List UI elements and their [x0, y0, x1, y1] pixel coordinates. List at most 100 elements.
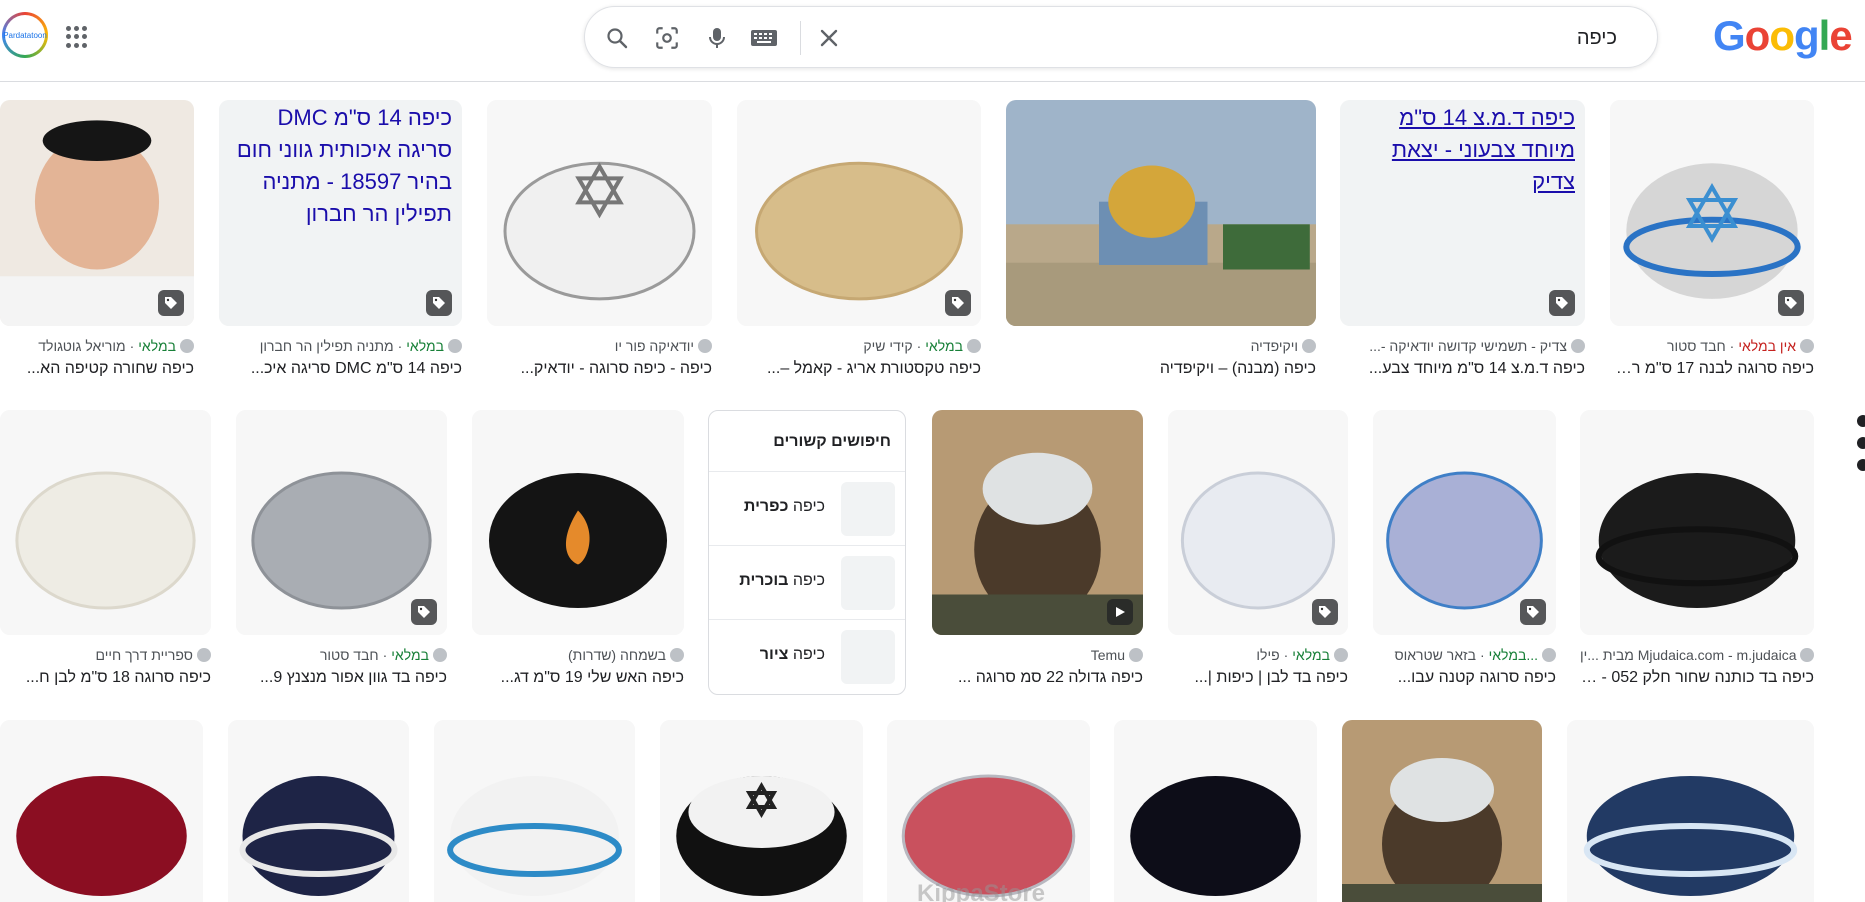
- result-title[interactable]: כיפה (מבנה) – ויקיפדיה: [1160, 360, 1316, 378]
- image-result-card[interactable]: במלאי · חבד סטור כיפה בד גוון אפור מנצנץ 9.…: [236, 410, 447, 715]
- result-title[interactable]: כיפה האש שלי 19 ס"מ דג...: [501, 669, 684, 687]
- result-title[interactable]: כיפה שחורה קטיפה הא...: [27, 360, 194, 378]
- result-thumbnail[interactable]: [1342, 720, 1542, 902]
- result-title[interactable]: כיפה טקסטורת אריג - קאמל –...: [767, 360, 981, 378]
- image-result-card[interactable]: במלאי · קידי שיק כיפה טקסטורת אריג - קאמל –…: [737, 100, 981, 406]
- site-name: Temu: [1090, 647, 1125, 663]
- result-thumbnail[interactable]: [472, 410, 684, 635]
- image-result-card[interactable]: אין במלאי · חבד סטור כיפה סרוגה לבנה 17 ס"מ…: [1610, 100, 1814, 406]
- result-source[interactable]: במלאי · חבד סטור: [320, 647, 447, 663]
- image-result-card[interactable]: כיפה ד.מ.צ 14 ס"מ מיוחד צבעוני - יצאת צד…: [1340, 100, 1585, 406]
- keyboard-icon[interactable]: [749, 24, 779, 52]
- related-item[interactable]: כיפה ציור: [709, 619, 905, 693]
- result-title[interactable]: כיפה סרוגה לבנה 17 ס"מ רקמ...: [1610, 360, 1814, 378]
- result-thumbnail[interactable]: כיפה ד.מ.צ 14 ס"מ מיוחד צבעוני - יצאת צד…: [1340, 100, 1585, 326]
- google-logo[interactable]: Google: [1713, 12, 1853, 60]
- result-source[interactable]: במלאי · מתניה תפילין הר חברון: [260, 338, 462, 354]
- result-thumbnail[interactable]: [0, 410, 211, 635]
- result-source[interactable]: Mjudaica.com - m.judaica מבית ...ין: [1580, 647, 1814, 663]
- result-source[interactable]: Temu: [1091, 647, 1143, 663]
- image-result-card[interactable]: [1342, 720, 1542, 902]
- result-thumbnail[interactable]: [932, 410, 1143, 635]
- image-result-card[interactable]: יודאיקה פור יו כיפה - כיפה סרוגה - יודאיק…: [487, 100, 712, 406]
- result-source[interactable]: צדיק - תשמישי קדושה יודאיקה -...: [1369, 338, 1585, 354]
- result-title[interactable]: כיפה - כיפה סרוגה - יודאיק...: [521, 360, 712, 378]
- stock-status: אין במלאי: [1738, 338, 1796, 354]
- result-thumbnail[interactable]: [1006, 100, 1316, 326]
- result-thumbnail[interactable]: כיפה 14 ס"מ DMC סריגה איכותית גווני חום …: [219, 100, 462, 326]
- lens-icon[interactable]: [653, 24, 681, 52]
- search-box[interactable]: כיפה: [584, 6, 1658, 68]
- result-title[interactable]: כיפה בד כותנה שחור חלק 052 - כי...: [1580, 669, 1814, 687]
- result-thumbnail[interactable]: [0, 100, 194, 326]
- image-result-card[interactable]: בשמחה (שדרות) כיפה האש שלי 19 ס"מ דג...: [472, 410, 684, 715]
- result-title[interactable]: כיפה ד.מ.צ 14 ס"מ מיוחד צבע...: [1369, 360, 1585, 378]
- image-result-card[interactable]: [660, 720, 863, 902]
- clear-icon[interactable]: [815, 24, 843, 52]
- related-item[interactable]: כיפה כפרית: [709, 471, 905, 545]
- result-title[interactable]: כיפה בד לבן | כיפות |...: [1194, 669, 1348, 687]
- image-result-card[interactable]: KippaStore: [887, 720, 1090, 902]
- image-result-card[interactable]: במלאי · מוריאל גוטגולד כיפה שחורה קטיפה הא.…: [0, 100, 194, 406]
- mic-icon[interactable]: [703, 24, 731, 52]
- result-thumbnail[interactable]: [1567, 720, 1814, 902]
- result-thumbnail[interactable]: [737, 100, 981, 326]
- image-result-card[interactable]: [1567, 720, 1814, 902]
- site-favicon-icon: [1129, 648, 1143, 662]
- search-query[interactable]: כיפה: [1577, 27, 1617, 50]
- site-favicon-icon: [1800, 648, 1814, 662]
- result-thumbnail[interactable]: [0, 720, 203, 902]
- image-result-card[interactable]: ...במלאי · בזאר שטראוס כיפה סרוגה קטנה עבו.…: [1373, 410, 1556, 715]
- logo-letter: G: [1713, 12, 1746, 59]
- result-source[interactable]: יודאיקה פור יו: [615, 338, 712, 354]
- result-source[interactable]: בשמחה (שדרות): [568, 647, 684, 663]
- site-name: בזאר שטראוס: [1394, 647, 1476, 663]
- account-avatar[interactable]: Pardatatoon: [2, 12, 48, 58]
- image-result-card[interactable]: Mjudaica.com - m.judaica מבית ...ין כיפה …: [1580, 410, 1814, 715]
- result-title[interactable]: כיפה סרוגה 18 ס"מ לבן ח...: [26, 669, 211, 687]
- result-source[interactable]: ...במלאי · בזאר שטראוס: [1394, 647, 1556, 663]
- result-thumbnail[interactable]: [228, 720, 409, 902]
- image-alt-text[interactable]: כיפה ד.מ.צ 14 ס"מ מיוחד צבעוני - יצאת צד…: [1344, 102, 1575, 198]
- image-result-card[interactable]: [1114, 720, 1317, 902]
- result-title[interactable]: כיפה סרוגה קטנה עבו...: [1398, 669, 1556, 687]
- image-result-card[interactable]: Temu כיפה גדולה 22 סמ סרוגה ...: [932, 410, 1143, 715]
- result-source[interactable]: ספריית דרך חיים: [95, 647, 211, 663]
- product-tag-icon: [1549, 290, 1575, 316]
- image-result-card[interactable]: [434, 720, 635, 902]
- result-source[interactable]: אין במלאי · חבד סטור: [1667, 338, 1814, 354]
- image-result-card[interactable]: ספריית דרך חיים כיפה סרוגה 18 ס"מ לבן ח..…: [0, 410, 211, 715]
- result-thumbnail[interactable]: [434, 720, 635, 902]
- image-result-card[interactable]: [228, 720, 409, 902]
- more-options-icon[interactable]: [1857, 415, 1865, 481]
- avatar-label: Pardatatoon: [3, 30, 47, 40]
- result-source[interactable]: במלאי · מוריאל גוטגולד: [38, 338, 194, 354]
- separator: ·: [382, 647, 388, 663]
- site-favicon-icon: [433, 648, 447, 662]
- result-thumbnail[interactable]: [1373, 410, 1556, 635]
- result-source[interactable]: במלאי · קידי שיק: [863, 338, 981, 354]
- image-alt-text[interactable]: כיפה 14 ס"מ DMC סריגה איכותית גווני חום …: [223, 102, 452, 230]
- result-thumbnail[interactable]: [1580, 410, 1814, 635]
- result-thumbnail[interactable]: [236, 410, 447, 635]
- search-icon[interactable]: [603, 24, 631, 52]
- apps-icon[interactable]: [66, 26, 88, 48]
- result-title[interactable]: כיפה 14 ס"מ DMC סריגה איכ...: [251, 360, 462, 378]
- result-thumbnail[interactable]: [660, 720, 863, 902]
- result-thumbnail[interactable]: [1168, 410, 1348, 635]
- result-title[interactable]: כיפה גדולה 22 סמ סרוגה ...: [958, 669, 1143, 687]
- image-result-card[interactable]: כיפה 14 ס"מ DMC סריגה איכותית גווני חום …: [219, 100, 462, 406]
- result-thumbnail[interactable]: [487, 100, 712, 326]
- image-result-card[interactable]: ויקיפדיה כיפה (מבנה) – ויקיפדיה: [1006, 100, 1316, 406]
- result-thumbnail[interactable]: [1114, 720, 1317, 902]
- result-title[interactable]: כיפה בד גוון אפור מנצנץ 9...: [260, 669, 447, 687]
- image-result-card[interactable]: במלאי · פילו כיפה בד לבן | כיפות |...: [1168, 410, 1348, 715]
- logo-letter: e: [1829, 12, 1852, 59]
- result-thumbnail[interactable]: KippaStore: [887, 720, 1090, 902]
- result-thumbnail[interactable]: [1610, 100, 1814, 326]
- related-item[interactable]: כיפה בוכרית: [709, 545, 905, 619]
- result-source[interactable]: במלאי · פילו: [1256, 647, 1348, 663]
- result-source[interactable]: ויקיפדיה: [1251, 338, 1316, 354]
- site-name: ספריית דרך חיים: [95, 647, 193, 663]
- image-result-card[interactable]: [0, 720, 203, 902]
